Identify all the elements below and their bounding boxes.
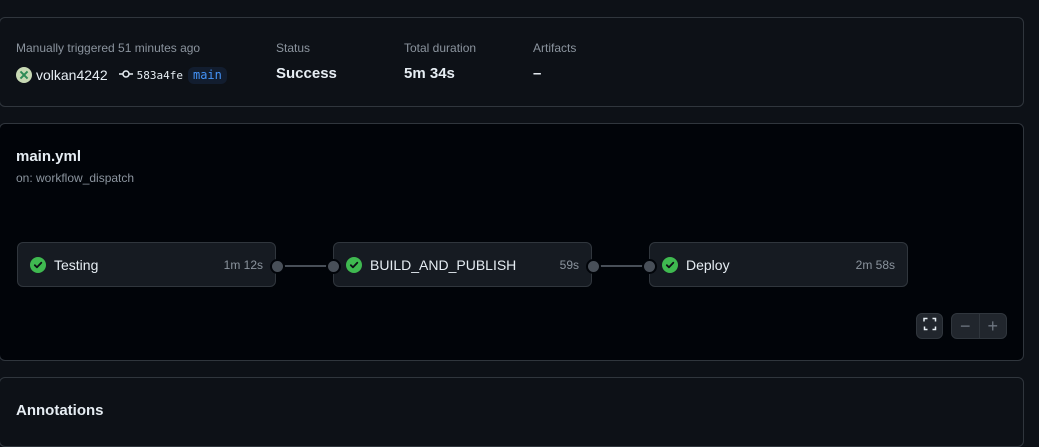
job-testing[interactable]: Testing 1m 12s — [17, 242, 276, 287]
connector-dot — [642, 259, 657, 274]
success-check-icon — [662, 256, 678, 273]
total-duration-value: 5m 34s — [404, 65, 455, 82]
fullscreen-button[interactable] — [916, 313, 943, 339]
connector-dot — [326, 259, 341, 274]
artifacts-value: – — [533, 65, 542, 82]
zoom-in-button[interactable]: + — [978, 314, 1007, 338]
zoom-out-button[interactable]: − — [952, 314, 979, 338]
job-deploy[interactable]: Deploy 2m 58s — [649, 242, 908, 287]
status-label: Status — [276, 41, 311, 55]
workflow-graph-panel: main.yml on: workflow_dispatch Testing 1… — [0, 123, 1024, 361]
job-connector-line — [598, 265, 646, 267]
success-check-icon — [346, 256, 362, 273]
connector-dot — [586, 259, 601, 274]
artifacts-label: Artifacts — [533, 41, 577, 55]
job-name: BUILD_AND_PUBLISH — [370, 256, 517, 273]
fullscreen-icon — [922, 317, 937, 336]
commit-sha-link[interactable]: 583a4fe — [137, 69, 183, 82]
trigger-details: volkan4242 583a4fe main — [16, 66, 227, 84]
job-connector-line — [282, 265, 330, 267]
workflow-trigger: on: workflow_dispatch — [16, 171, 135, 185]
user-link[interactable]: volkan4242 — [36, 67, 108, 83]
success-check-icon — [30, 256, 46, 273]
branch-label[interactable]: main — [187, 66, 227, 84]
job-name: Deploy — [686, 256, 730, 273]
workflow-file-title: main.yml — [16, 148, 82, 165]
annotations-panel: Annotations — [0, 377, 1024, 447]
status-value: Success — [276, 65, 337, 82]
run-summary-panel: Manually triggered 51 minutes ago volkan… — [0, 17, 1024, 107]
annotations-title: Annotations — [16, 402, 104, 419]
job-build-and-publish[interactable]: BUILD_AND_PUBLISH 59s — [333, 242, 592, 287]
job-duration: 59s — [559, 257, 579, 272]
total-duration-label: Total duration — [404, 41, 477, 55]
git-commit-icon — [118, 66, 133, 84]
connector-dot — [270, 259, 285, 274]
trigger-text: Manually triggered 51 minutes ago — [16, 41, 201, 55]
zoom-controls: − + — [951, 313, 1007, 339]
job-duration: 2m 58s — [855, 257, 895, 272]
job-duration: 1m 12s — [223, 257, 263, 272]
job-name: Testing — [54, 256, 99, 273]
user-avatar[interactable] — [16, 67, 32, 83]
